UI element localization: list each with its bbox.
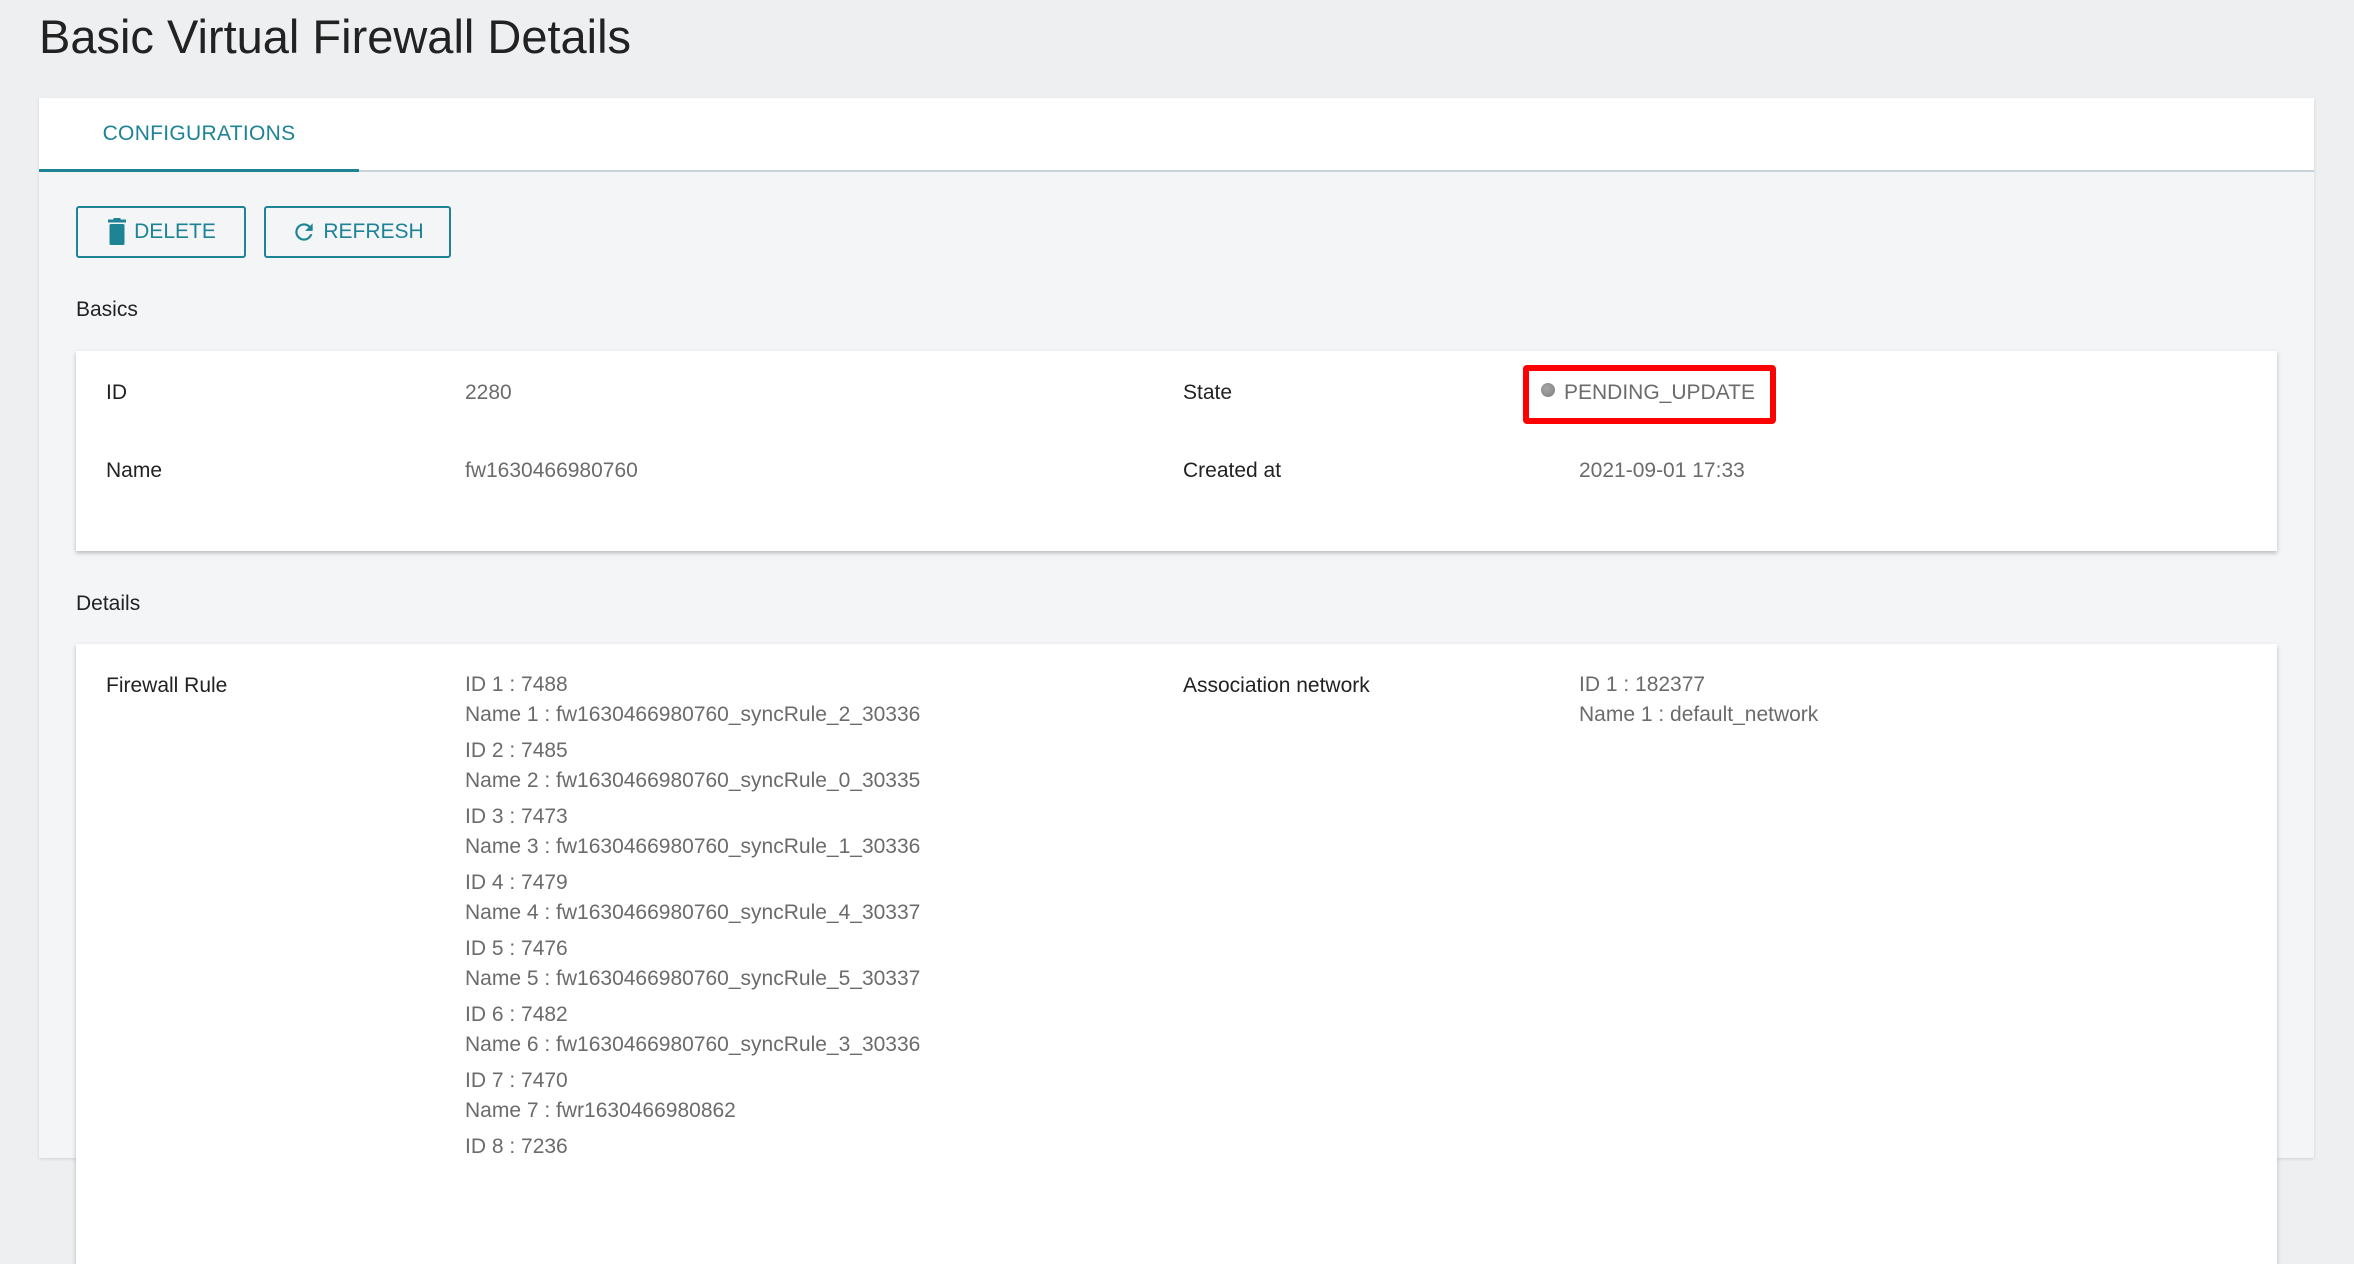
refresh-icon <box>291 219 317 245</box>
list-item: ID 7 : 7470 Name 7 : fwr1630466980862 <box>465 1066 920 1126</box>
firewall-rule-id: ID 3 : 7473 <box>465 805 568 828</box>
state-value: PENDING_UPDATE <box>1564 381 1755 404</box>
created-at-value: 2021-09-01 17:33 <box>1579 459 1745 482</box>
state-label: State <box>1183 381 1233 404</box>
firewall-rule-id: ID 8 : 7236 <box>465 1135 568 1158</box>
firewall-rule-name: Name 7 : fwr1630466980862 <box>465 1099 736 1122</box>
id-value: 2280 <box>465 381 512 404</box>
firewall-rule-name: Name 1 : fw1630466980760_syncRule_2_3033… <box>465 703 921 726</box>
list-item: ID 1 : 182377 Name 1 : default_network <box>1579 670 1818 730</box>
firewall-rule-name: Name 6 : fw1630466980760_syncRule_3_3033… <box>465 1033 921 1056</box>
name-label: Name <box>106 459 163 482</box>
firewall-rule-name: Name 3 : fw1630466980760_syncRule_1_3033… <box>465 835 921 858</box>
trash-icon <box>106 218 128 246</box>
list-item: ID 2 : 7485 Name 2 : fw1630466980760_syn… <box>465 736 920 796</box>
firewall-rule-id: ID 2 : 7485 <box>465 739 568 762</box>
firewall-rule-id: ID 5 : 7476 <box>465 937 568 960</box>
list-item: ID 6 : 7482 Name 6 : fw1630466980760_syn… <box>465 1000 920 1060</box>
firewall-rule-id: ID 6 : 7482 <box>465 1003 568 1026</box>
list-item: ID 3 : 7473 Name 3 : fw1630466980760_syn… <box>465 802 920 862</box>
refresh-button-label: REFRESH <box>323 220 424 243</box>
firewall-rule-label: Firewall Rule <box>106 674 228 697</box>
firewall-rule-id: ID 4 : 7479 <box>465 871 568 894</box>
firewall-rule-id: ID 1 : 7488 <box>465 673 568 696</box>
list-item: ID 5 : 7476 Name 5 : fw1630466980760_syn… <box>465 934 920 994</box>
tab-bar: CONFIGURATIONS <box>39 98 2314 172</box>
firewall-rule-name: Name 5 : fw1630466980760_syncRule_5_3033… <box>465 967 921 990</box>
refresh-button[interactable]: REFRESH <box>264 206 451 258</box>
association-network-label: Association network <box>1183 674 1370 697</box>
tab-configurations-label: CONFIGURATIONS <box>102 122 296 145</box>
basics-panel: ID 2280 Name fw1630466980760 State PENDI… <box>76 351 2277 551</box>
association-network-id: ID 1 : 182377 <box>1579 673 1706 696</box>
delete-button-label: DELETE <box>134 220 216 243</box>
active-tab-indicator <box>39 169 359 172</box>
tab-configurations[interactable]: CONFIGURATIONS <box>39 98 359 172</box>
basics-section-label: Basics <box>76 298 138 321</box>
association-network-name: Name 1 : default_network <box>1579 703 1819 726</box>
firewall-rule-name: Name 4 : fw1630466980760_syncRule_4_3033… <box>465 901 921 924</box>
firewall-rule-list: ID 1 : 7488 Name 1 : fw1630466980760_syn… <box>465 670 920 1168</box>
firewall-rule-name: Name 2 : fw1630466980760_syncRule_0_3033… <box>465 769 921 792</box>
association-network-list: ID 1 : 182377 Name 1 : default_network <box>1579 670 1818 736</box>
details-panel: Firewall Rule ID 1 : 7488 Name 1 : fw163… <box>76 644 2277 1264</box>
list-item: ID 4 : 7479 Name 4 : fw1630466980760_syn… <box>465 868 920 928</box>
details-section-label: Details <box>76 592 141 615</box>
details-card: CONFIGURATIONS DELETE REFRESH Basics ID … <box>39 98 2314 1264</box>
page-title: Basic Virtual Firewall Details <box>39 10 632 63</box>
status-dot-icon <box>1541 383 1555 397</box>
list-item: ID 1 : 7488 Name 1 : fw1630466980760_syn… <box>465 670 920 730</box>
delete-button[interactable]: DELETE <box>76 206 246 258</box>
firewall-rule-id: ID 7 : 7470 <box>465 1069 568 1092</box>
list-item: ID 8 : 7236 <box>465 1132 920 1162</box>
name-value: fw1630466980760 <box>465 459 638 482</box>
id-label: ID <box>106 381 127 404</box>
created-at-label: Created at <box>1183 459 1282 482</box>
